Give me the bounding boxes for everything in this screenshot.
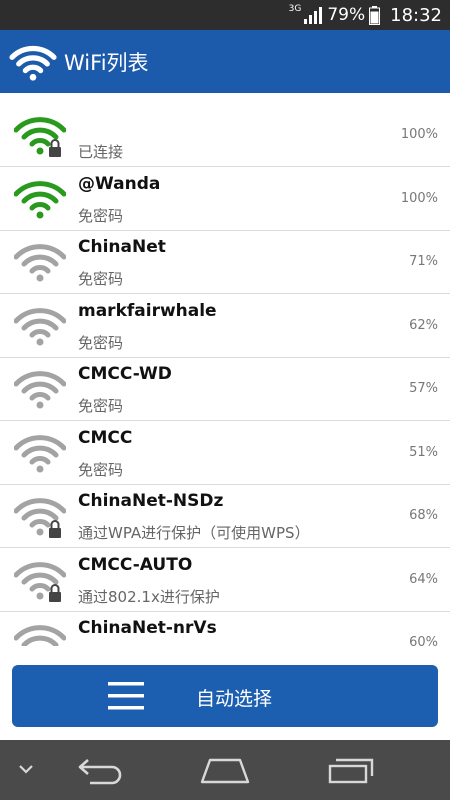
battery-percent: 79%	[327, 5, 366, 25]
wifi-icon	[14, 244, 66, 282]
wifi-signal-percent: 68%	[409, 508, 438, 523]
back-icon[interactable]	[76, 756, 124, 786]
wifi-icon	[9, 45, 57, 81]
page-title: WiFi列表	[64, 50, 149, 75]
wifi-status: 免密码	[78, 460, 124, 479]
screen: { "status_bar": { "network_type": "3G", …	[0, 0, 450, 800]
wifi-name: ChinaNet-NSDz	[78, 491, 224, 511]
wifi-signal-percent: 60%	[409, 635, 438, 646]
wifi-list-item[interactable]: CMCC-WD 免密码 57%	[0, 358, 450, 421]
wifi-list-item[interactable]: @Wanda 免密码 100%	[0, 168, 450, 231]
wifi-locked-icon	[14, 117, 66, 157]
home-icon[interactable]	[198, 754, 252, 786]
wifi-list-item[interactable]: ChinaNet-nrVs 60%	[0, 612, 450, 646]
wifi-list-item[interactable]: ChinaNet-NSDz 通过WPA进行保护（可使用WPS） 68%	[0, 485, 450, 548]
wifi-signal-percent: 57%	[409, 381, 438, 396]
lock-icon	[49, 139, 61, 157]
wifi-icon	[14, 307, 66, 345]
status-bar: 3G 79% 18:32	[0, 0, 450, 30]
recents-icon[interactable]	[326, 754, 376, 786]
wifi-signal-percent: 51%	[409, 444, 438, 460]
wifi-signal-percent: 62%	[409, 317, 438, 333]
auto-select-label: 自动选择	[196, 688, 273, 710]
wifi-locked-icon	[14, 498, 66, 538]
wifi-status: 通过WPA进行保护（可使用WPS）	[78, 524, 310, 542]
lock-icon	[49, 520, 61, 538]
wifi-signal-percent: 100%	[400, 190, 438, 206]
wifi-list-item[interactable]: 已连接 100%	[0, 104, 450, 167]
navigation-bar	[0, 740, 450, 800]
wifi-signal-percent: 71%	[409, 254, 438, 269]
wifi-status: 通过802.1x进行保护	[78, 587, 220, 606]
lock-icon	[49, 583, 61, 602]
wifi-list-item[interactable]: CMCC 免密码 51%	[0, 422, 450, 485]
clock: 18:32	[390, 4, 442, 26]
wifi-status: 免密码	[78, 206, 124, 225]
wifi-status: 已连接	[78, 143, 124, 161]
wifi-list-item[interactable]: markfairwhale 免密码 62%	[0, 295, 450, 358]
wifi-signal-percent: 64%	[409, 571, 438, 587]
wifi-list[interactable]: 已连接 100% @Wanda 免密码 100% ChinaNet 免密码 71% markfa…	[0, 104, 450, 646]
wifi-name: markfairwhale	[78, 300, 217, 321]
wifi-name: @Wanda	[78, 173, 161, 194]
signal-strength-icon	[304, 7, 323, 24]
wifi-name: ChinaNet-nrVs	[78, 618, 217, 638]
battery-icon	[369, 5, 381, 25]
wifi-status: 免密码	[78, 333, 124, 352]
wifi-name: CMCC-WD	[78, 364, 172, 384]
wifi-icon	[14, 434, 66, 472]
wifi-list-item[interactable]: CMCC-AUTO 通过802.1x进行保护 64%	[0, 549, 450, 612]
wifi-status: 免密码	[78, 397, 124, 415]
wifi-name: CMCC-AUTO	[78, 554, 193, 575]
wifi-icon	[14, 180, 66, 218]
wifi-icon	[14, 625, 66, 646]
auto-select-button[interactable]: 自动选择	[12, 665, 438, 727]
wifi-status: 免密码	[78, 270, 124, 288]
menu-icon	[108, 682, 144, 710]
wifi-name: ChinaNet	[78, 237, 166, 257]
wifi-list-item[interactable]: ChinaNet 免密码 71%	[0, 231, 450, 294]
wifi-locked-icon	[14, 561, 66, 602]
app-header: WiFi列表	[0, 30, 450, 93]
chevron-down-icon[interactable]	[16, 762, 36, 776]
network-type: 3G	[288, 4, 302, 14]
wifi-icon	[14, 371, 66, 409]
wifi-name: CMCC	[78, 427, 133, 448]
wifi-signal-percent: 100%	[400, 127, 438, 142]
